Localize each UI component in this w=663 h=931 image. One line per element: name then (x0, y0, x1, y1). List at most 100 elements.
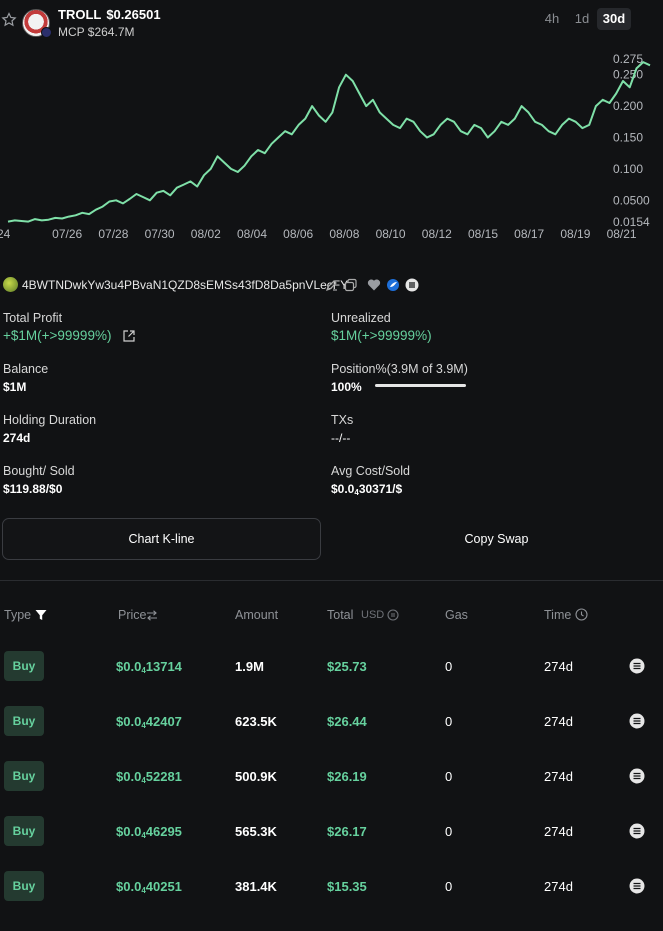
details-icon[interactable] (629, 713, 645, 729)
edit-icon[interactable] (325, 278, 339, 292)
buy-badge[interactable]: Buy (4, 706, 44, 736)
timeframe-1d[interactable]: 1d (570, 8, 594, 30)
token-price: $0.26501 (106, 7, 161, 22)
buy-badge[interactable]: Buy (4, 761, 44, 791)
amount-header: Amount (235, 608, 279, 622)
price-header[interactable]: Price (118, 608, 146, 622)
chain-badge-icon (41, 27, 52, 38)
time-cell: 274d (544, 824, 573, 839)
details-icon[interactable] (629, 658, 645, 674)
avg-cost-prefix: $0.0 (331, 482, 355, 496)
table-row[interactable]: Buy $0.0442407 623.5K $26.44 0 274d (0, 706, 663, 746)
time-cell: 274d (544, 714, 573, 729)
buy-badge[interactable]: Buy (4, 816, 44, 846)
type-header[interactable]: Type (4, 608, 31, 622)
list-icon[interactable] (405, 278, 419, 292)
table-row[interactable]: Buy $0.0446295 565.3K $26.17 0 274d (0, 816, 663, 856)
timeframe-30d[interactable]: 30d (597, 8, 631, 30)
y-tick-label: 0.200 (613, 99, 643, 113)
price-prefix: $0.0 (116, 824, 142, 839)
table-row[interactable]: Buy $0.0452281 500.9K $26.19 0 274d (0, 761, 663, 801)
token-logo (22, 9, 52, 38)
price-cell: $0.0452281 (116, 769, 182, 785)
details-icon[interactable] (629, 878, 645, 894)
x-tick-label: 08/12 (422, 227, 452, 241)
price-rest: 52281 (145, 769, 182, 784)
holding-duration-value: 274d (3, 431, 31, 445)
token-symbol: TROLL (58, 7, 102, 22)
time-header[interactable]: Time (544, 608, 571, 622)
txs-value: --/-- (331, 431, 351, 445)
x-tick-label: 24 (0, 227, 11, 241)
x-tick-label: 08/17 (514, 227, 544, 241)
price-cell: $0.0446295 (116, 824, 182, 840)
price-rest: 42407 (145, 714, 182, 729)
price-prefix: $0.0 (116, 879, 142, 894)
price-rest: 46295 (145, 824, 182, 839)
balance-label: Balance (3, 362, 49, 376)
amount-cell: 500.9K (235, 769, 277, 784)
star-icon[interactable] (1, 12, 17, 28)
table-row[interactable]: Buy $0.0440251 381.4K $15.35 0 274d (0, 871, 663, 911)
x-tick-label: 08/08 (329, 227, 359, 241)
type-header-label: Type (4, 608, 32, 622)
section-divider (0, 580, 663, 581)
details-icon[interactable] (629, 768, 645, 784)
x-tick-label: 07/30 (145, 227, 175, 241)
time-cell: 274d (544, 659, 573, 674)
heart-icon[interactable] (367, 278, 381, 292)
amount-cell: 623.5K (235, 714, 277, 729)
price-prefix: $0.0 (116, 714, 142, 729)
gas-cell: 0 (445, 879, 453, 894)
gas-cell: 0 (445, 824, 453, 839)
details-icon[interactable] (629, 823, 645, 839)
share-icon[interactable] (122, 329, 136, 343)
total-cell: $15.35 (327, 879, 367, 894)
wallet-address: 4BWTNDwkYw3u4PBvaN1QZD8sEMSs43fD8Da5pnVL… (22, 278, 349, 292)
buy-badge[interactable]: Buy (4, 651, 44, 681)
y-tick-label: 0.100 (613, 162, 643, 176)
x-tick-label: 08/10 (376, 227, 406, 241)
position-label: Position%(3.9M of 3.9M) (331, 362, 468, 376)
price-prefix: $0.0 (116, 769, 142, 784)
holding-duration-label: Holding Duration (3, 413, 97, 427)
price-prefix: $0.0 (116, 659, 142, 674)
filter-icon[interactable] (35, 609, 47, 621)
balance-value: $1M (3, 380, 27, 394)
gas-cell: 0 (445, 659, 453, 674)
total-unit-label: USD (361, 609, 385, 621)
avg-cost-label: Avg Cost/Sold (331, 464, 410, 478)
position-progress-bar (375, 384, 466, 387)
table-row[interactable]: Buy $0.0413714 1.9M $25.73 0 274d (0, 651, 663, 691)
token-header: TROLL $0.26501 MCP $264.7M 4h 1d 30d (0, 0, 663, 44)
clock-icon[interactable] (575, 608, 588, 621)
copy-swap-button[interactable]: Copy Swap (330, 518, 663, 560)
time-header-label: Time (544, 608, 572, 622)
explorer-icon[interactable] (386, 278, 400, 292)
x-tick-label: 08/06 (283, 227, 313, 241)
chart-kline-button[interactable]: Chart K-line (2, 518, 321, 560)
swap-arrows-icon[interactable] (146, 610, 158, 621)
buy-badge[interactable]: Buy (4, 871, 44, 901)
total-profit-value: +$1M(+>99999%) (3, 328, 111, 343)
avg-cost-rest: 30371/$ (358, 482, 403, 496)
gas-header: Gas (445, 608, 468, 622)
total-cell: $26.19 (327, 769, 367, 784)
price-rest: 13714 (145, 659, 182, 674)
price-chart[interactable]: 0.2750.2500.2000.1500.1000.05000.015424 0… (0, 44, 663, 250)
y-tick-label: 0.150 (613, 130, 643, 144)
total-cell: $26.44 (327, 714, 367, 729)
currency-toggle-icon[interactable] (387, 609, 399, 621)
x-tick-label: 08/02 (191, 227, 221, 241)
total-header: Total (327, 608, 354, 622)
x-tick-label: 08/19 (560, 227, 590, 241)
bought-sold-value: $119.88/$0 (3, 482, 63, 496)
position-value: 100% (331, 380, 362, 394)
copy-icon[interactable] (344, 278, 358, 292)
gas-cell: 0 (445, 714, 453, 729)
y-tick-label: 0.0500 (613, 193, 650, 207)
x-tick-label: 07/28 (98, 227, 128, 241)
amount-cell: 381.4K (235, 879, 277, 894)
timeframe-4h[interactable]: 4h (538, 8, 566, 30)
y-tick-label: 0.275 (613, 52, 643, 66)
